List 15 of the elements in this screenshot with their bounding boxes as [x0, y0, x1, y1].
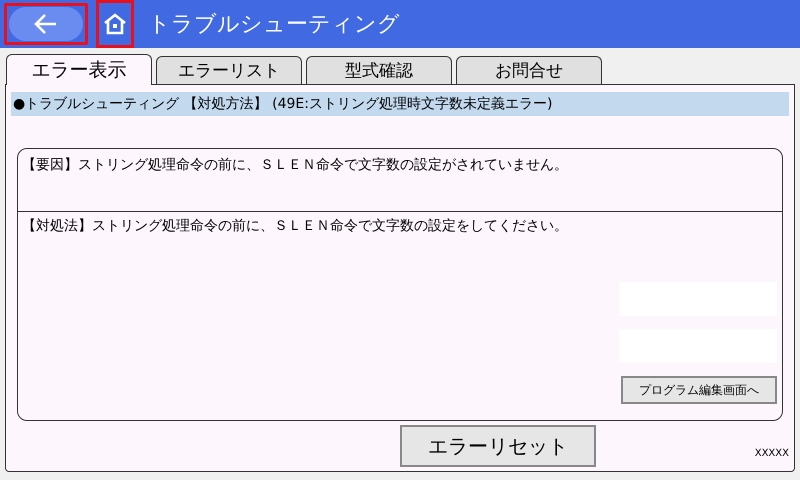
tab[interactable]: エラー表示 [6, 54, 152, 85]
error-reset-button[interactable]: エラーリセット [400, 425, 596, 468]
tab[interactable]: 型式確認 [306, 56, 452, 84]
tab[interactable]: お問合せ [456, 56, 602, 84]
code-label: XXXXX [754, 448, 789, 459]
home-icon [103, 13, 127, 35]
screen-title: トラブルシューティング [148, 11, 400, 39]
program-edit-button[interactable]: プログラム編集画面へ [621, 376, 777, 404]
cause-text: 【要因】ストリング処理命令の前に、ＳＬＥＮ命令で文字数の設定がされていません。 [22, 156, 568, 173]
info-bar: ●トラブルシューティング 【対処方法】 (49E:ストリング処理時文字数未定義エラー) [11, 92, 789, 116]
back-button[interactable] [4, 3, 88, 45]
tab[interactable]: エラーリスト [156, 56, 302, 84]
remedy-text: 【対処法】ストリング処理命令の前に、ＳＬＥＮ命令で文字数の設定をしてください。 [22, 218, 568, 234]
back-arrow-icon [34, 13, 58, 35]
home-button[interactable] [96, 0, 134, 48]
